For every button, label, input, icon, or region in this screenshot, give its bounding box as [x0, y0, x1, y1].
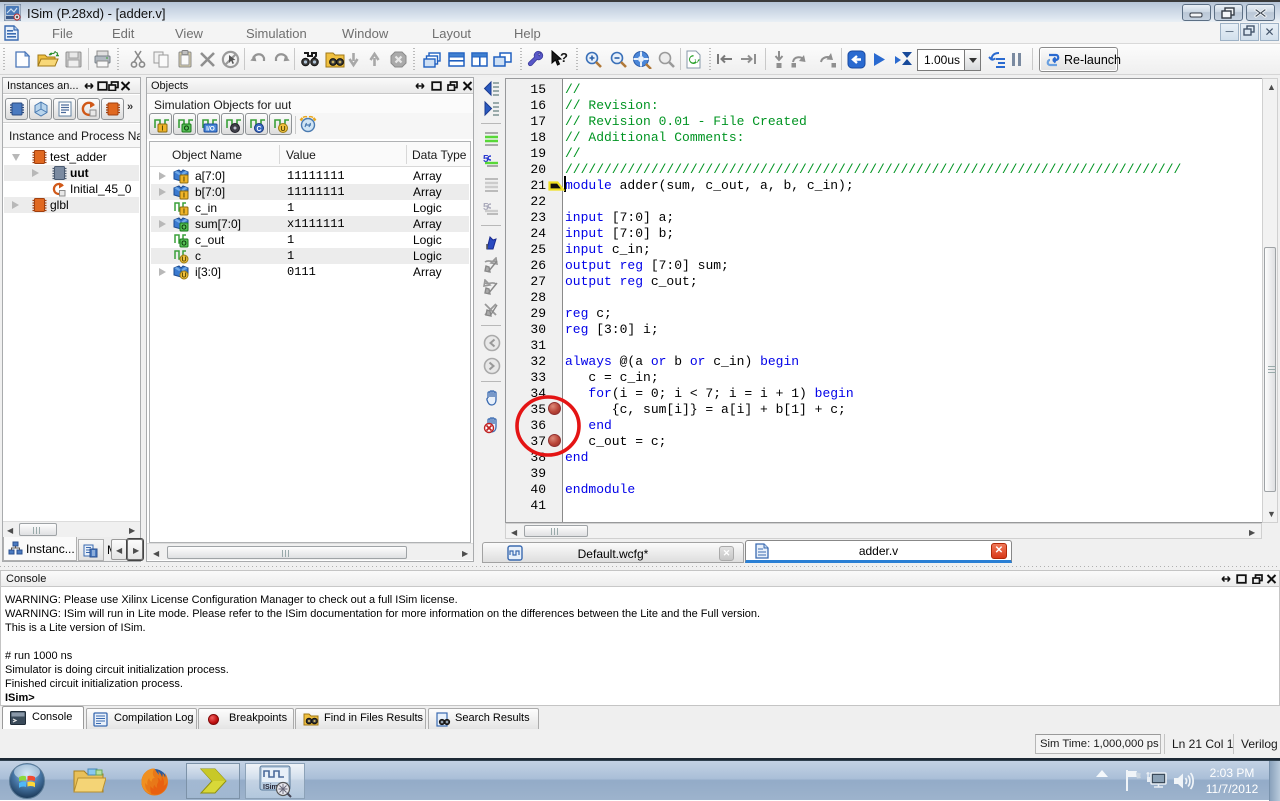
svg-text:I: I	[183, 193, 185, 200]
svg-text:U: U	[280, 126, 285, 133]
svg-text:C: C	[256, 126, 261, 133]
svg-text:O: O	[184, 126, 190, 133]
svg-text:I: I	[162, 126, 164, 133]
svg-text:O: O	[181, 225, 187, 232]
svg-text:ISim: ISim	[263, 784, 278, 791]
svg-text:I: I	[183, 209, 185, 216]
svg-text:U: U	[181, 273, 186, 280]
svg-text:U: U	[181, 257, 186, 264]
svg-text:O: O	[181, 241, 187, 248]
svg-text:I/O: I/O	[206, 126, 215, 133]
svg-text:?: ?	[560, 50, 568, 65]
svg-text:I: I	[183, 177, 185, 184]
